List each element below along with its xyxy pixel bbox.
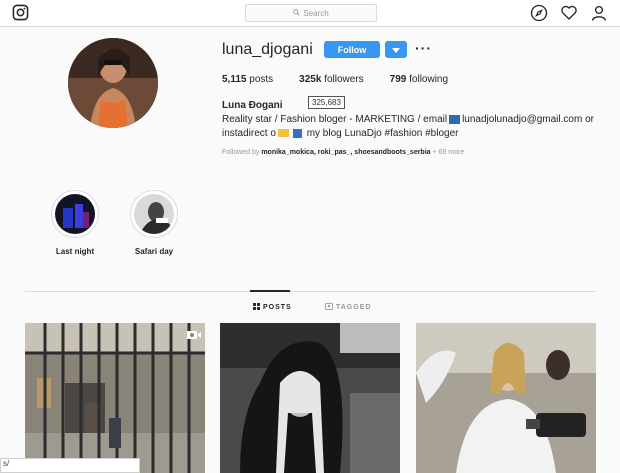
active-tab-indicator (250, 290, 290, 292)
right-arrow-emoji-icon (449, 114, 461, 124)
follow-button[interactable]: Follow (324, 41, 380, 58)
highlight-label: Safari day (134, 247, 174, 256)
tab-posts[interactable]: POSTS (253, 303, 292, 312)
story-highlight[interactable]: Safari day (124, 190, 184, 256)
profile-stats: 5,115 posts 325k followers 799 following (222, 74, 448, 85)
more-options-button[interactable]: ··· (415, 41, 432, 55)
top-navbar: Search (0, 0, 620, 27)
grid-icon (253, 303, 260, 312)
followers-stat[interactable]: 325k followers (299, 74, 364, 85)
tab-tagged[interactable]: TAGGED (325, 303, 371, 312)
profile-avatar (68, 38, 158, 128)
profile-bio: Reality star / Fashion bloger - MARKETIN… (222, 114, 594, 139)
profile-full-name: Luna Đogani (222, 100, 283, 111)
search-placeholder: Search (303, 8, 329, 18)
browser-status-bar: s/ (0, 458, 140, 473)
followed-by-text[interactable]: Followed by monika_mokica, roki_pas_, sh… (222, 149, 464, 156)
search-icon (293, 8, 300, 18)
compass-icon[interactable] (530, 4, 548, 22)
post-thumbnail[interactable] (25, 323, 205, 473)
post-thumbnail[interactable] (220, 323, 400, 473)
following-stat[interactable]: 799 following (390, 74, 448, 85)
post-thumbnail[interactable] (416, 323, 596, 473)
profile-username: luna_djogani (222, 41, 313, 58)
highlight-cover-image (134, 194, 174, 234)
tag-icon (325, 303, 333, 312)
posts-stat: 5,115 posts (222, 74, 274, 85)
instagram-icon[interactable] (12, 4, 29, 26)
highlight-label: Last night (55, 247, 95, 256)
video-icon (187, 327, 201, 345)
story-highlight[interactable]: Last night (45, 190, 105, 256)
highlight-cover-image (55, 194, 95, 234)
followers-tooltip: 325,683 (308, 96, 345, 109)
search-input[interactable]: Search (245, 4, 377, 22)
heart-icon[interactable] (560, 4, 578, 22)
suggested-dropdown-button[interactable] (385, 41, 407, 58)
user-icon[interactable] (590, 4, 608, 22)
tabs-divider (25, 291, 595, 292)
chevron-down-icon (392, 41, 400, 59)
down-arrow-emoji-icon (292, 128, 302, 138)
envelope-emoji-icon (277, 129, 289, 138)
